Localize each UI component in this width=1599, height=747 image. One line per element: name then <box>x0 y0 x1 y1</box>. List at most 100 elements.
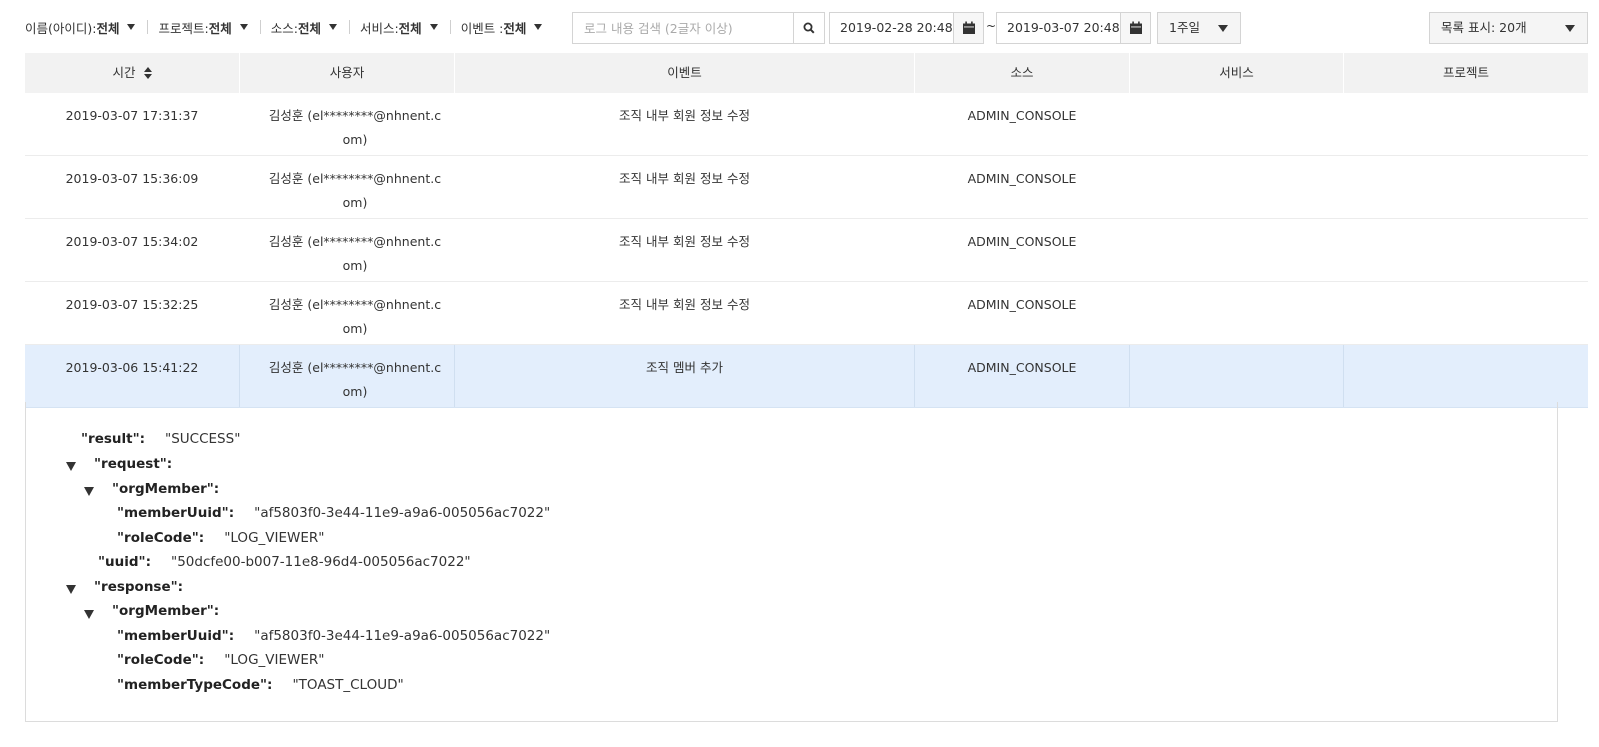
sort-icon[interactable] <box>143 66 152 79</box>
filter-service-dropdown[interactable]: 서비스: 전체 <box>360 18 438 37</box>
calendar-icon <box>1129 21 1142 34</box>
collapse-triangle-icon[interactable] <box>66 585 76 594</box>
cell-service <box>1130 345 1344 407</box>
cell-service <box>1130 282 1344 344</box>
json-line-result: "result": "SUCCESS" <box>81 430 240 448</box>
page-size-select[interactable]: 목록 표시: 20개 <box>1429 12 1588 44</box>
json-value: "LOG_VIEWER" <box>224 652 325 668</box>
json-key: "memberUuid": <box>117 505 235 521</box>
search-button[interactable] <box>793 12 825 44</box>
collapse-triangle-icon[interactable] <box>66 462 76 471</box>
table-row[interactable]: 2019-03-07 15:36:09 김성훈 (el********@nhne… <box>25 156 1588 219</box>
json-key: "orgMember": <box>112 481 220 497</box>
json-key: "roleCode": <box>117 652 205 668</box>
cell-event: 조직 내부 회원 정보 수정 <box>619 297 750 312</box>
cell-project <box>1344 219 1588 281</box>
json-value: "af5803f0-3e44-11e9-a9a6-005056ac7022" <box>254 628 551 644</box>
json-key: "memberTypeCode": <box>117 677 273 693</box>
column-header-label: 프로젝트 <box>1442 65 1489 80</box>
cell-source: ADMIN_CONSOLE <box>967 171 1077 186</box>
cell-project <box>1344 156 1588 218</box>
filter-project-value: 전체 <box>208 20 232 36</box>
table-row[interactable]: 2019-03-07 17:31:37 김성훈 (el********@nhne… <box>25 93 1588 156</box>
page-size-select-value: 목록 표시: 20개 <box>1441 20 1527 35</box>
caret-down-icon <box>239 24 248 30</box>
end-date-input[interactable]: 2019-03-07 20:48 <box>996 12 1121 44</box>
json-value: "SUCCESS" <box>165 431 241 447</box>
period-select[interactable]: 1주일 <box>1157 12 1241 44</box>
log-search-input[interactable] <box>572 12 794 44</box>
end-date-picker-button[interactable] <box>1120 12 1151 44</box>
date-range-separator: ~ <box>986 19 997 33</box>
json-value: "TOAST_CLOUD" <box>292 677 404 693</box>
cell-user: 김성훈 (el********@nhnent.com) <box>268 171 442 210</box>
search-icon <box>803 22 815 34</box>
filter-event-label: 이벤트 : <box>460 20 504 36</box>
cell-source: ADMIN_CONSOLE <box>967 234 1077 249</box>
collapse-triangle-icon[interactable] <box>84 487 94 496</box>
column-header-event: 이벤트 <box>455 53 915 93</box>
json-key: "response": <box>94 579 184 595</box>
collapse-triangle-icon[interactable] <box>84 610 94 619</box>
table-row-selected[interactable]: 2019-03-06 15:41:22 김성훈 (el********@nhne… <box>25 345 1588 408</box>
column-header-label: 시간 <box>112 65 136 80</box>
cell-source: ADMIN_CONSOLE <box>967 297 1077 312</box>
filter-event-value: 전체 <box>503 20 527 36</box>
cell-service <box>1130 219 1344 281</box>
json-key: "request": <box>94 456 173 472</box>
filter-name-dropdown[interactable]: 이름(아이디): 전체 <box>25 18 136 37</box>
filter-project-label: 프로젝트: <box>158 20 209 36</box>
table-row[interactable]: 2019-03-07 15:34:02 김성훈 (el********@nhne… <box>25 219 1588 282</box>
cell-project <box>1344 282 1588 344</box>
filter-service-value: 전체 <box>398 20 422 36</box>
json-line-request-rolecode: "roleCode": "LOG_VIEWER" <box>117 529 325 547</box>
table-row[interactable]: 2019-03-07 15:32:25 김성훈 (el********@nhne… <box>25 282 1588 345</box>
filter-name-label: 이름(아이디): <box>25 20 97 36</box>
cell-user: 김성훈 (el********@nhnent.com) <box>240 345 455 407</box>
column-header-label: 이벤트 <box>667 65 702 80</box>
cell-project <box>1344 93 1588 155</box>
json-line-request: "request": <box>94 455 172 473</box>
cell-time: 2019-03-07 15:34:02 <box>65 234 199 249</box>
cell-service <box>1130 156 1344 218</box>
filter-divider <box>147 20 149 34</box>
json-line-response-rolecode: "roleCode": "LOG_VIEWER" <box>117 651 325 669</box>
cell-source: ADMIN_CONSOLE <box>967 108 1077 123</box>
caret-down-icon <box>127 24 136 30</box>
cell-source: ADMIN_CONSOLE <box>915 345 1130 407</box>
filter-event-dropdown[interactable]: 이벤트 : 전체 <box>461 18 543 37</box>
cell-time: 2019-03-07 15:36:09 <box>65 171 199 186</box>
json-line-request-uuid: "uuid": "50dcfe00-b007-11e8-96d4-005056ac… <box>98 553 471 571</box>
column-header-service: 서비스 <box>1130 53 1344 93</box>
filter-bar: 이름(아이디): 전체 프로젝트: 전체 소스: 전체 서비스: 전체 이벤트 : 전체 <box>25 11 543 43</box>
column-header-user: 사용자 <box>240 53 455 93</box>
json-line-response: "response": <box>94 578 183 596</box>
start-date-input[interactable]: 2019-02-28 20:48 <box>829 12 954 44</box>
caret-down-icon <box>1565 25 1575 32</box>
cell-event: 조직 멤버 추가 <box>455 345 915 407</box>
start-date-picker-button[interactable] <box>953 12 984 44</box>
column-header-time[interactable]: 시간 <box>25 53 240 93</box>
column-header-label: 서비스 <box>1219 65 1254 80</box>
caret-down-icon <box>429 24 438 30</box>
cell-user: 김성훈 (el********@nhnent.com) <box>268 297 442 336</box>
period-select-value: 1주일 <box>1169 20 1200 35</box>
json-value: "50dcfe00-b007-11e8-96d4-005056ac7022" <box>170 554 471 570</box>
column-header-project: 프로젝트 <box>1344 53 1588 93</box>
table-header: 시간 사용자 이벤트 소스 서비스 프로젝트 <box>25 53 1588 93</box>
filter-source-dropdown[interactable]: 소스: 전체 <box>271 18 337 37</box>
filter-project-dropdown[interactable]: 프로젝트: 전체 <box>158 18 248 37</box>
json-key: "orgMember": <box>112 603 220 619</box>
json-key: "roleCode": <box>117 530 205 546</box>
json-line-response-membertypecode: "memberTypeCode": "TOAST_CLOUD" <box>117 676 404 694</box>
json-line-response-orgmember: "orgMember": <box>112 602 219 620</box>
calendar-icon <box>962 21 975 34</box>
cell-project <box>1344 345 1588 407</box>
json-line-response-memberuuid: "memberUuid": "af5803f0-3e44-11e9-a9a6-00… <box>117 627 550 645</box>
caret-down-icon <box>328 24 337 30</box>
filter-source-label: 소스: <box>270 20 298 36</box>
json-value: "LOG_VIEWER" <box>224 530 325 546</box>
json-line-request-orgmember: "orgMember": <box>112 480 219 498</box>
json-key: "uuid": <box>98 554 151 570</box>
json-line-request-memberuuid: "memberUuid": "af5803f0-3e44-11e9-a9a6-00… <box>117 504 550 522</box>
